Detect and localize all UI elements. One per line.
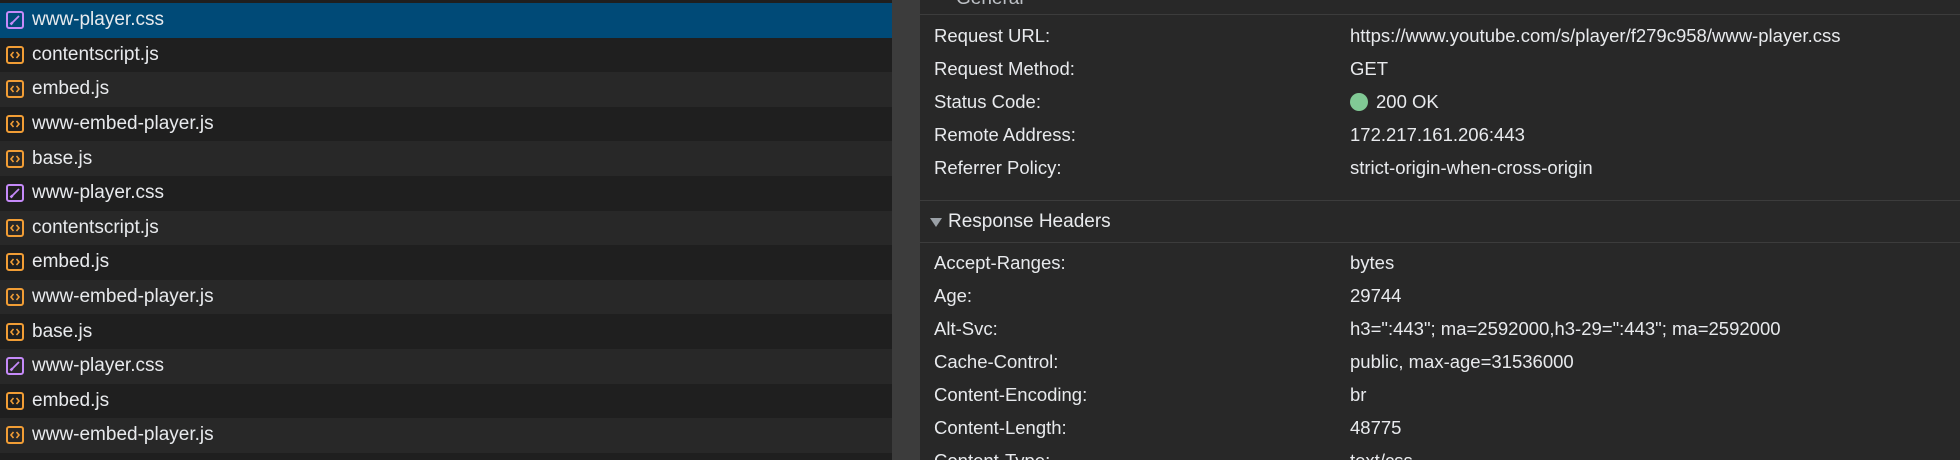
request-row[interactable]: www-player.css (0, 3, 892, 38)
css-file-icon (6, 357, 24, 376)
request-row[interactable]: embed.js (0, 384, 892, 419)
request-row[interactable]: contentscript.js (0, 38, 892, 73)
header-value[interactable]: 200 OK (1350, 91, 1439, 113)
request-row[interactable]: embed.js (0, 72, 892, 107)
section-divider (920, 14, 1960, 15)
header-key: Remote Address: (934, 123, 1076, 145)
headers-panel: General Request URL: https://www.youtube.… (920, 0, 1960, 460)
request-row[interactable]: www-player.css (0, 349, 892, 384)
header-row: Alt-Svc: h3=":443"; ma=2592000,h3-29=":44… (934, 312, 1960, 345)
js-file-icon (6, 288, 24, 307)
header-value[interactable]: public, max-age=31536000 (1350, 351, 1574, 373)
header-value[interactable]: https://www.youtube.com/s/player/f279c95… (1350, 25, 1840, 47)
request-name: base.js (32, 320, 93, 342)
css-file-icon (6, 11, 24, 30)
header-key: Age: (934, 284, 973, 306)
header-row: Status Code: 200 OK (934, 85, 1960, 118)
request-row[interactable]: base.js (0, 314, 892, 349)
header-row: Request URL: https://www.youtube.com/s/pl… (934, 19, 1960, 52)
header-key: Request Method: (934, 57, 1075, 79)
response-headers-toggle[interactable]: Response Headers (930, 202, 1111, 242)
request-name: www-player.css (32, 355, 164, 377)
general-section-title[interactable]: General (956, 0, 1024, 10)
header-key: Content-Encoding: (934, 383, 1088, 405)
header-key: Content-Length: (934, 416, 1067, 438)
js-file-icon (6, 45, 24, 64)
header-row: Content-Length: 48775 (934, 411, 1960, 444)
header-value[interactable]: strict-origin-when-cross-origin (1350, 157, 1593, 179)
status-ok-icon (1350, 92, 1368, 111)
panel-splitter[interactable] (892, 0, 920, 460)
header-key: Status Code: (934, 90, 1041, 112)
triangle-down-icon (930, 217, 942, 227)
js-file-icon (6, 218, 24, 237)
js-file-icon (6, 322, 24, 341)
header-key: Accept-Ranges: (934, 251, 1066, 273)
header-value[interactable]: bytes (1350, 252, 1394, 274)
header-row: Content-Type: text/css (934, 444, 1960, 460)
header-value[interactable]: 48775 (1350, 417, 1401, 439)
header-key: Cache-Control: (934, 350, 1059, 372)
request-row[interactable]: embed.js (0, 245, 892, 280)
request-name: contentscript.js (32, 216, 159, 238)
request-name: www-player.css (32, 9, 164, 31)
section-divider (920, 200, 1960, 201)
request-name: www-embed-player.js (32, 424, 214, 446)
request-row[interactable]: www-player.css (0, 176, 892, 211)
request-row[interactable]: www-embed-player.js (0, 107, 892, 142)
network-request-list: www-player.css contentscript.js embed.js ww… (0, 0, 892, 460)
header-value[interactable]: h3=":443"; ma=2592000,h3-29=":443"; ma=2… (1350, 318, 1781, 340)
js-file-icon (6, 115, 24, 134)
header-value[interactable]: GET (1350, 58, 1388, 80)
header-row: Referrer Policy: strict-origin-when-cross… (934, 151, 1960, 184)
header-key: Request URL: (934, 24, 1051, 46)
header-row: Request Method: GET (934, 52, 1960, 85)
header-row: Accept-Ranges: bytes (934, 246, 1960, 279)
request-name: base.js (32, 147, 93, 169)
request-name: embed.js (32, 251, 110, 273)
header-key: Alt-Svc: (934, 317, 998, 339)
header-key: Referrer Policy: (934, 156, 1062, 178)
request-row[interactable]: www-embed-player.js (0, 279, 892, 315)
status-text: 200 OK (1376, 90, 1439, 112)
css-file-icon (6, 184, 24, 203)
header-row: Age: 29744 (934, 279, 1960, 312)
js-file-icon (6, 149, 24, 168)
section-divider (920, 242, 1960, 243)
header-value[interactable]: 172.217.161.206:443 (1350, 124, 1525, 146)
header-key: Content-Type: (934, 449, 1051, 460)
header-value[interactable]: text/css (1350, 450, 1413, 460)
request-name: embed.js (32, 389, 110, 411)
js-file-icon (6, 80, 24, 99)
header-row: Cache-Control: public, max-age=31536000 (934, 345, 1960, 378)
request-name: www-player.css (32, 182, 164, 204)
header-value[interactable]: 29744 (1350, 285, 1401, 307)
js-file-icon (6, 391, 24, 410)
js-file-icon (6, 426, 24, 445)
request-name: embed.js (32, 78, 110, 100)
header-value[interactable]: br (1350, 384, 1366, 406)
request-name: www-embed-player.js (32, 113, 214, 135)
js-file-icon (6, 253, 24, 272)
header-row: Remote Address: 172.217.161.206:443 (934, 118, 1960, 151)
request-name: www-embed-player.js (32, 286, 214, 308)
header-row: Content-Encoding: br (934, 378, 1960, 411)
request-row[interactable]: www-embed-player.js (0, 418, 892, 453)
request-row[interactable]: contentscript.js (0, 210, 892, 246)
request-row[interactable]: base.js (0, 141, 892, 176)
response-headers-title: Response Headers (948, 211, 1111, 232)
request-name: contentscript.js (32, 43, 159, 65)
